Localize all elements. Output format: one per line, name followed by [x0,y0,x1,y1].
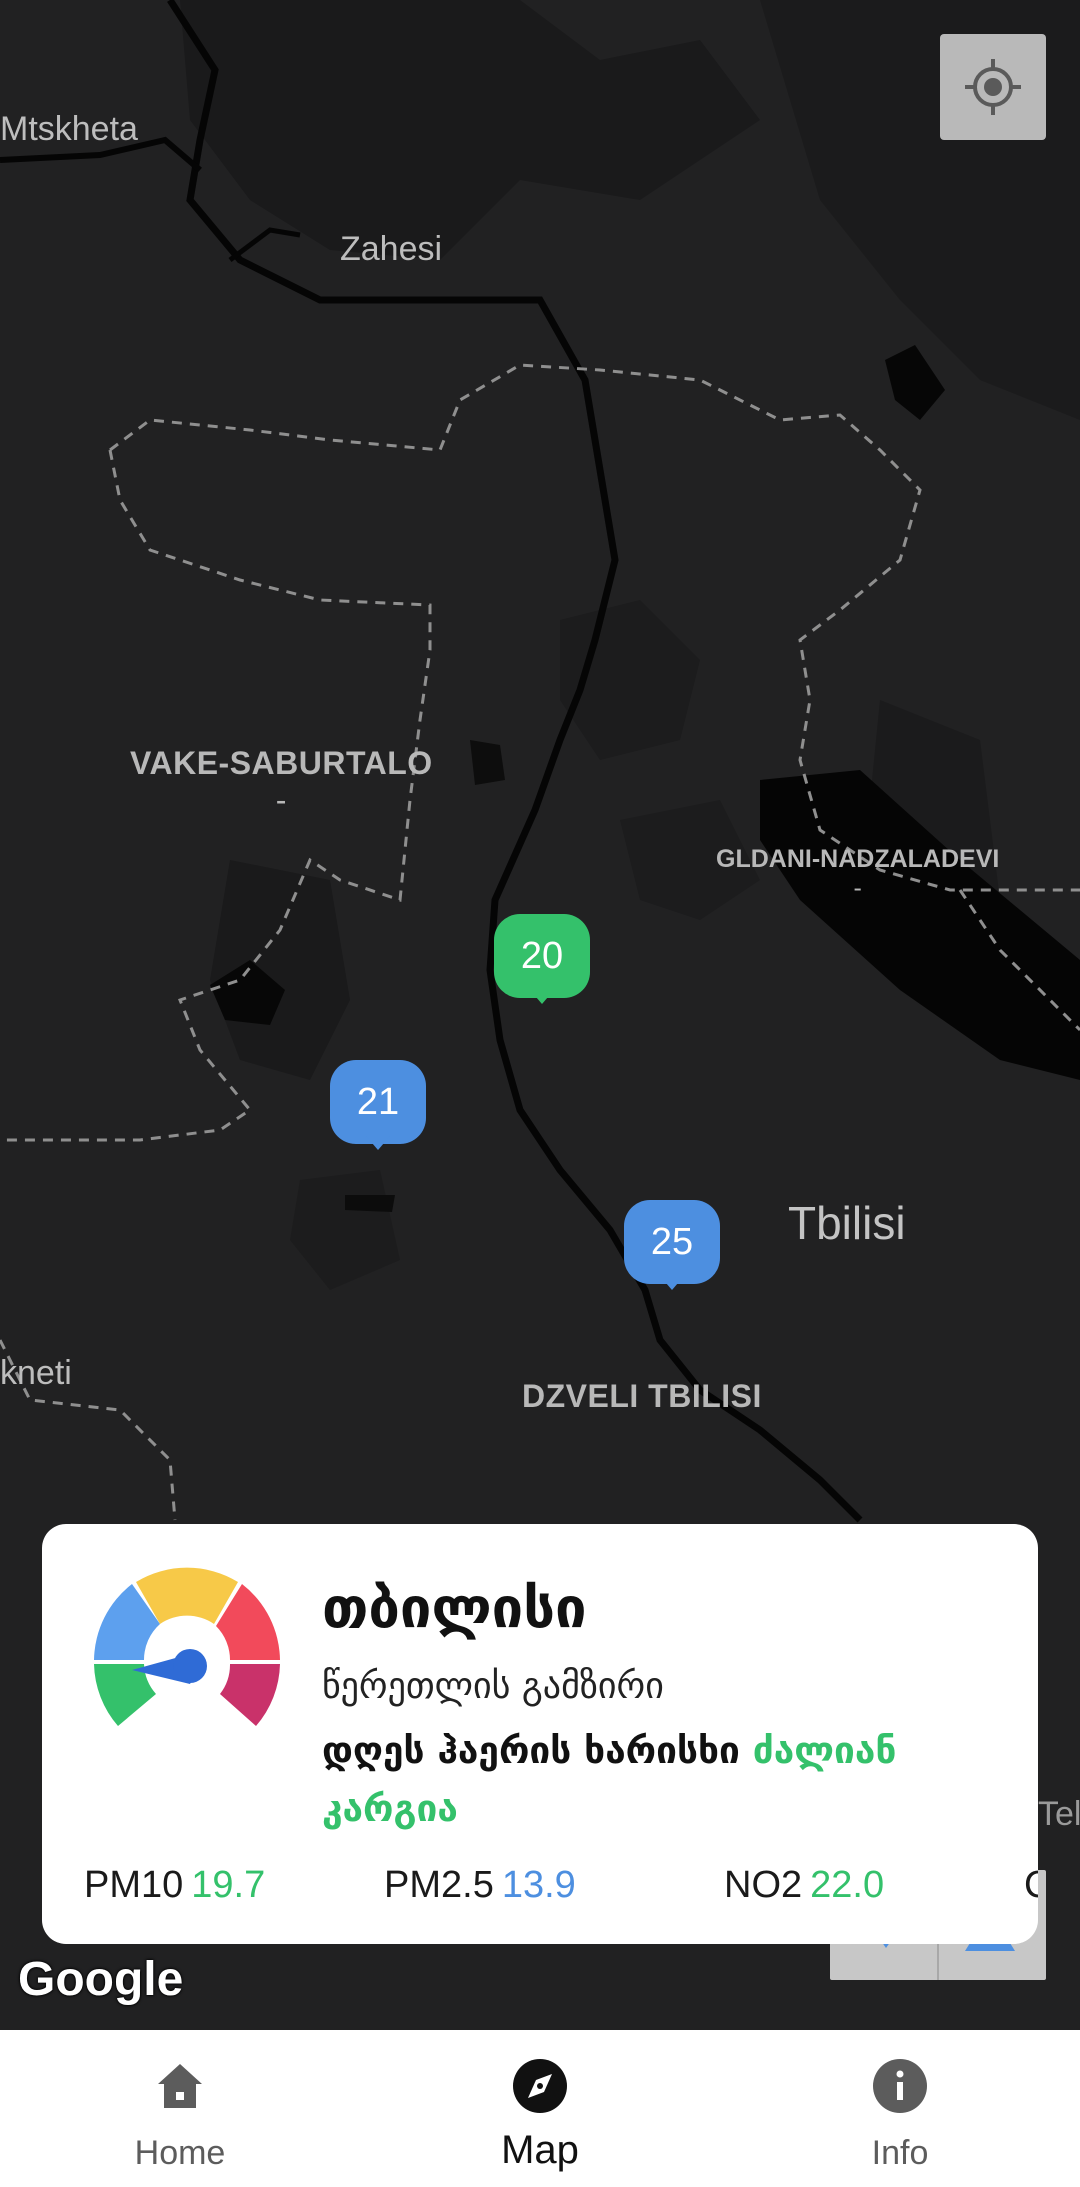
nav-item-map[interactable]: Map [360,2030,720,2187]
station-info-card[interactable]: თბილისი წერეთლის გამზირი დღეს ჰაერის ხარ… [42,1524,1038,1944]
pollutant-name: NO2 [724,1864,803,1906]
info-icon [873,2059,927,2113]
air-quality-prefix: დღეს ჰაერის ხარისხი [322,1729,753,1772]
map-label-tbilisi: Tbilisi [788,1197,906,1249]
pollutant-name: C [1024,1864,1038,1906]
station-marker[interactable]: 21 [330,1060,426,1156]
nav-label-home: Home [134,2134,226,2172]
pollutant-value: 13.9 [501,1864,576,1906]
map-label-mtskheta: Mtskheta [0,110,138,148]
marker-tip [530,990,554,1004]
air-quality-summary: დღეს ჰაერის ხარისხი ძალიან კარგია [322,1722,1022,1838]
my-location-button[interactable] [940,34,1046,140]
station-marker[interactable]: 25 [624,1200,720,1296]
air-quality-gauge-icon [94,1567,280,1726]
map-label-zahesi: Zahesi [340,230,443,268]
city-title: თბილისი [322,1576,587,1641]
map-label-gldani-dash: - [853,874,862,902]
map-label-vake-saburtalo-dash: - [275,782,287,818]
nav-label-map: Map [501,2128,579,2172]
marker-tip [660,1276,684,1290]
map-label-vake-saburtalo-name: VAKE-SABURTALO [130,745,433,781]
station-name: წერეთლის გამზირი [322,1666,664,1707]
google-logo: Google [18,1953,184,2006]
crosshair-icon [965,59,1021,115]
map-label-vake-saburtalo: VAKE-SABURTALO - [130,745,433,819]
marker-value: 21 [330,1060,426,1144]
bottom-navigation: Home Map Info [0,2030,1080,2187]
pollutant-truncated: C [1024,1864,1038,1907]
pollutant-no2: NO2 22.0 [724,1864,884,1907]
pollutant-name: PM2.5 [384,1864,494,1906]
pollutant-name: PM10 [84,1864,184,1906]
nav-item-home[interactable]: Home [0,2030,360,2187]
nav-label-info: Info [871,2134,929,2172]
pollutant-pm10: PM10 19.7 [84,1864,265,1907]
pollutant-value: 22.0 [810,1864,885,1906]
pollutant-pm25: PM2.5 13.9 [384,1864,576,1907]
nav-item-info[interactable]: Info [720,2030,1080,2187]
station-marker[interactable]: 20 [494,914,590,1010]
marker-value: 20 [494,914,590,998]
home-icon [158,2064,202,2108]
pollutant-value: 19.7 [191,1864,266,1906]
map-label-dzveli-tbilisi: DZVELI TBILISI [522,1378,762,1414]
marker-value: 25 [624,1200,720,1284]
map-label-gldani-nadzaladevi: GLDANI-NADZALADEVI - [716,845,999,903]
compass-icon [513,2059,567,2113]
map-label-kneti: kneti [0,1354,72,1392]
map-label-tel: Tel [1038,1795,1080,1833]
pollutant-readings: PM10 19.7 PM2.5 13.9 NO2 22.0 C [84,1864,1038,1924]
map-view[interactable]: Mtskheta Zahesi VAKE-SABURTALO - GLDANI-… [0,0,1080,2030]
map-label-gldani-name: GLDANI-NADZALADEVI [716,845,1000,873]
marker-tip [366,1136,390,1150]
